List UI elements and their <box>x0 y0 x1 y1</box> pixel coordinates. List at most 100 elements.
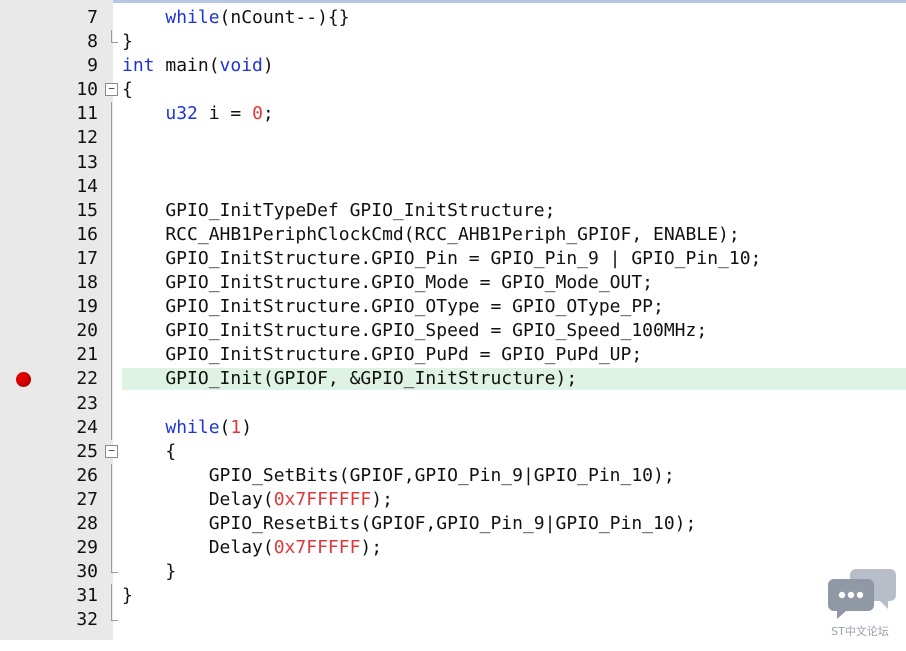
code-line[interactable]: 30 } <box>0 560 906 584</box>
watermark-text: ST中文论坛 <box>831 625 889 638</box>
code-line[interactable]: 27 Delay(0x7FFFFFF); <box>0 487 906 513</box>
code-line[interactable]: 15 GPIO_InitTypeDef GPIO_InitStructure; <box>0 198 906 223</box>
code-text[interactable]: int main(void) <box>122 54 274 78</box>
fold-guide <box>104 102 118 127</box>
line-number: 9 <box>87 55 98 77</box>
code-token: Delay( <box>122 537 274 559</box>
code-token: (nCount--){} <box>219 7 350 28</box>
line-number: 8 <box>87 31 98 53</box>
code-text[interactable]: Delay(0x7FFFFFF); <box>122 488 393 512</box>
code-line[interactable]: 7 while(nCount--){} <box>0 6 906 30</box>
line-number: 7 <box>87 7 98 28</box>
code-line[interactable]: 32 <box>0 608 906 632</box>
code-line[interactable]: 13 <box>0 150 906 175</box>
code-text[interactable]: GPIO_InitStructure.GPIO_Pin = GPIO_Pin_9… <box>122 247 761 271</box>
code-line[interactable]: 31} <box>0 584 906 609</box>
code-token: ); <box>360 537 383 559</box>
code-text[interactable]: while(nCount--){} <box>122 6 350 30</box>
fold-guide <box>104 608 118 632</box>
code-text[interactable]: while(1) <box>122 416 252 440</box>
code-line[interactable]: 8} <box>0 30 906 54</box>
fold-toggle-icon[interactable] <box>104 440 118 464</box>
code-token: GPIO_SetBits(GPIOF,GPIO_Pin_9|GPIO_Pin_1… <box>122 464 675 486</box>
code-text[interactable]: { <box>122 440 176 464</box>
code-text[interactable]: { <box>122 78 133 102</box>
code-line[interactable]: 20 GPIO_InitStructure.GPIO_Speed = GPIO_… <box>0 319 906 344</box>
code-line[interactable]: 12 <box>0 126 906 151</box>
code-token: ) <box>241 416 253 438</box>
code-text[interactable]: GPIO_ResetBits(GPIOF,GPIO_Pin_9|GPIO_Pin… <box>122 512 697 536</box>
keyword-token: int <box>122 55 155 77</box>
line-number: 17 <box>76 247 98 269</box>
code-token: GPIO_InitTypeDef GPIO_InitStructure; <box>122 199 556 221</box>
code-text[interactable]: } <box>122 584 133 608</box>
fold-guide <box>104 343 118 368</box>
code-token: i = <box>197 103 253 125</box>
code-line[interactable]: 11 u32 i = 0; <box>0 102 906 127</box>
line-number: 15 <box>76 199 98 221</box>
code-line[interactable]: 28 GPIO_ResetBits(GPIOF,GPIO_Pin_9|GPIO_… <box>0 511 906 537</box>
code-line[interactable]: 10 { <box>0 78 906 102</box>
code-text[interactable]: } <box>122 560 176 584</box>
fold-guide <box>104 198 118 223</box>
code-line[interactable]: 18 GPIO_InitStructure.GPIO_Mode = GPIO_M… <box>0 271 906 296</box>
line-number: 13 <box>76 151 98 173</box>
code-token: main( <box>154 55 220 77</box>
fold-guide <box>104 222 118 248</box>
line-number: 20 <box>76 320 98 342</box>
code-lines: 7 while(nCount--){}8}9int main(void)10{1… <box>0 6 906 632</box>
line-number: 25 <box>76 440 98 462</box>
code-text[interactable]: GPIO_SetBits(GPIOF,GPIO_Pin_9|GPIO_Pin_1… <box>122 464 675 488</box>
code-token: GPIO_InitStructure.GPIO_Mode = GPIO_Mode… <box>122 272 654 294</box>
line-number: 11 <box>76 103 98 125</box>
code-line[interactable]: 19 GPIO_InitStructure.GPIO_OType = GPIO_… <box>0 295 906 320</box>
number-token: 0x7FFFFF <box>273 537 361 559</box>
code-line[interactable]: 9 int main(void) <box>0 54 906 78</box>
code-line[interactable]: 17 GPIO_InitStructure.GPIO_Pin = GPIO_Pi… <box>0 246 906 272</box>
code-token: GPIO_ResetBits(GPIOF,GPIO_Pin_9|GPIO_Pin… <box>122 512 697 534</box>
code-text[interactable]: u32 i = 0; <box>122 102 273 126</box>
code-text[interactable]: } <box>122 30 133 54</box>
code-token: ) <box>262 55 274 77</box>
watermark: ST中文论坛 <box>822 563 898 643</box>
line-number: 10 <box>76 79 98 101</box>
fold-guide <box>104 536 118 561</box>
code-text[interactable]: GPIO_InitStructure.GPIO_Mode = GPIO_Mode… <box>122 271 653 295</box>
code-line[interactable]: 29 Delay(0x7FFFFF); <box>0 536 906 561</box>
fold-guide <box>104 150 118 175</box>
code-text[interactable]: GPIO_Init(GPIOF, &GPIO_InitStructure); <box>122 367 577 391</box>
code-editor[interactable]: 7 while(nCount--){}8}9int main(void)10{1… <box>0 0 906 651</box>
fold-guide <box>104 174 118 199</box>
line-number: 19 <box>76 296 98 318</box>
fold-guide <box>104 415 118 440</box>
code-line[interactable]: 16 RCC_AHB1PeriphClockCmd(RCC_AHB1Periph… <box>0 222 906 248</box>
line-number: 16 <box>76 223 98 245</box>
code-line[interactable]: 21 GPIO_InitStructure.GPIO_PuPd = GPIO_P… <box>0 343 906 368</box>
code-line[interactable]: 24 while(1) <box>0 415 906 440</box>
fold-guide <box>104 560 118 584</box>
breakpoint-icon[interactable] <box>16 372 31 388</box>
code-token: GPIO_Init(GPIOF, &GPIO_InitStructure); <box>122 368 578 390</box>
code-line[interactable]: 25 { <box>0 440 906 464</box>
code-line[interactable]: 22 GPIO_Init(GPIOF, &GPIO_InitStructure)… <box>0 367 906 392</box>
line-number: 23 <box>76 392 98 414</box>
keyword-token: void <box>219 55 263 77</box>
code-token: GPIO_InitStructure.GPIO_Pin = GPIO_Pin_9… <box>122 247 762 269</box>
code-text[interactable]: GPIO_InitStructure.GPIO_PuPd = GPIO_PuPd… <box>122 343 642 367</box>
code-line[interactable]: 23 <box>0 391 906 416</box>
code-line[interactable]: 26 GPIO_SetBits(GPIOF,GPIO_Pin_9|GPIO_Pi… <box>0 463 906 488</box>
fold-guide <box>104 271 118 296</box>
number-token: 1 <box>230 416 242 438</box>
fold-guide <box>104 463 118 488</box>
code-text[interactable]: GPIO_InitStructure.GPIO_Speed = GPIO_Spe… <box>122 319 707 343</box>
code-text[interactable]: Delay(0x7FFFFF); <box>122 536 382 560</box>
code-line[interactable]: 14 <box>0 174 906 199</box>
keyword-token: while <box>165 416 220 438</box>
code-text[interactable]: GPIO_InitStructure.GPIO_OType = GPIO_OTy… <box>122 295 664 319</box>
code-text[interactable]: RCC_AHB1PeriphClockCmd(RCC_AHB1Periph_GP… <box>122 223 739 247</box>
fold-toggle-icon[interactable] <box>104 78 118 102</box>
code-token: GPIO_InitStructure.GPIO_OType = GPIO_OTy… <box>122 296 664 318</box>
code-text[interactable]: GPIO_InitTypeDef GPIO_InitStructure; <box>122 199 555 223</box>
